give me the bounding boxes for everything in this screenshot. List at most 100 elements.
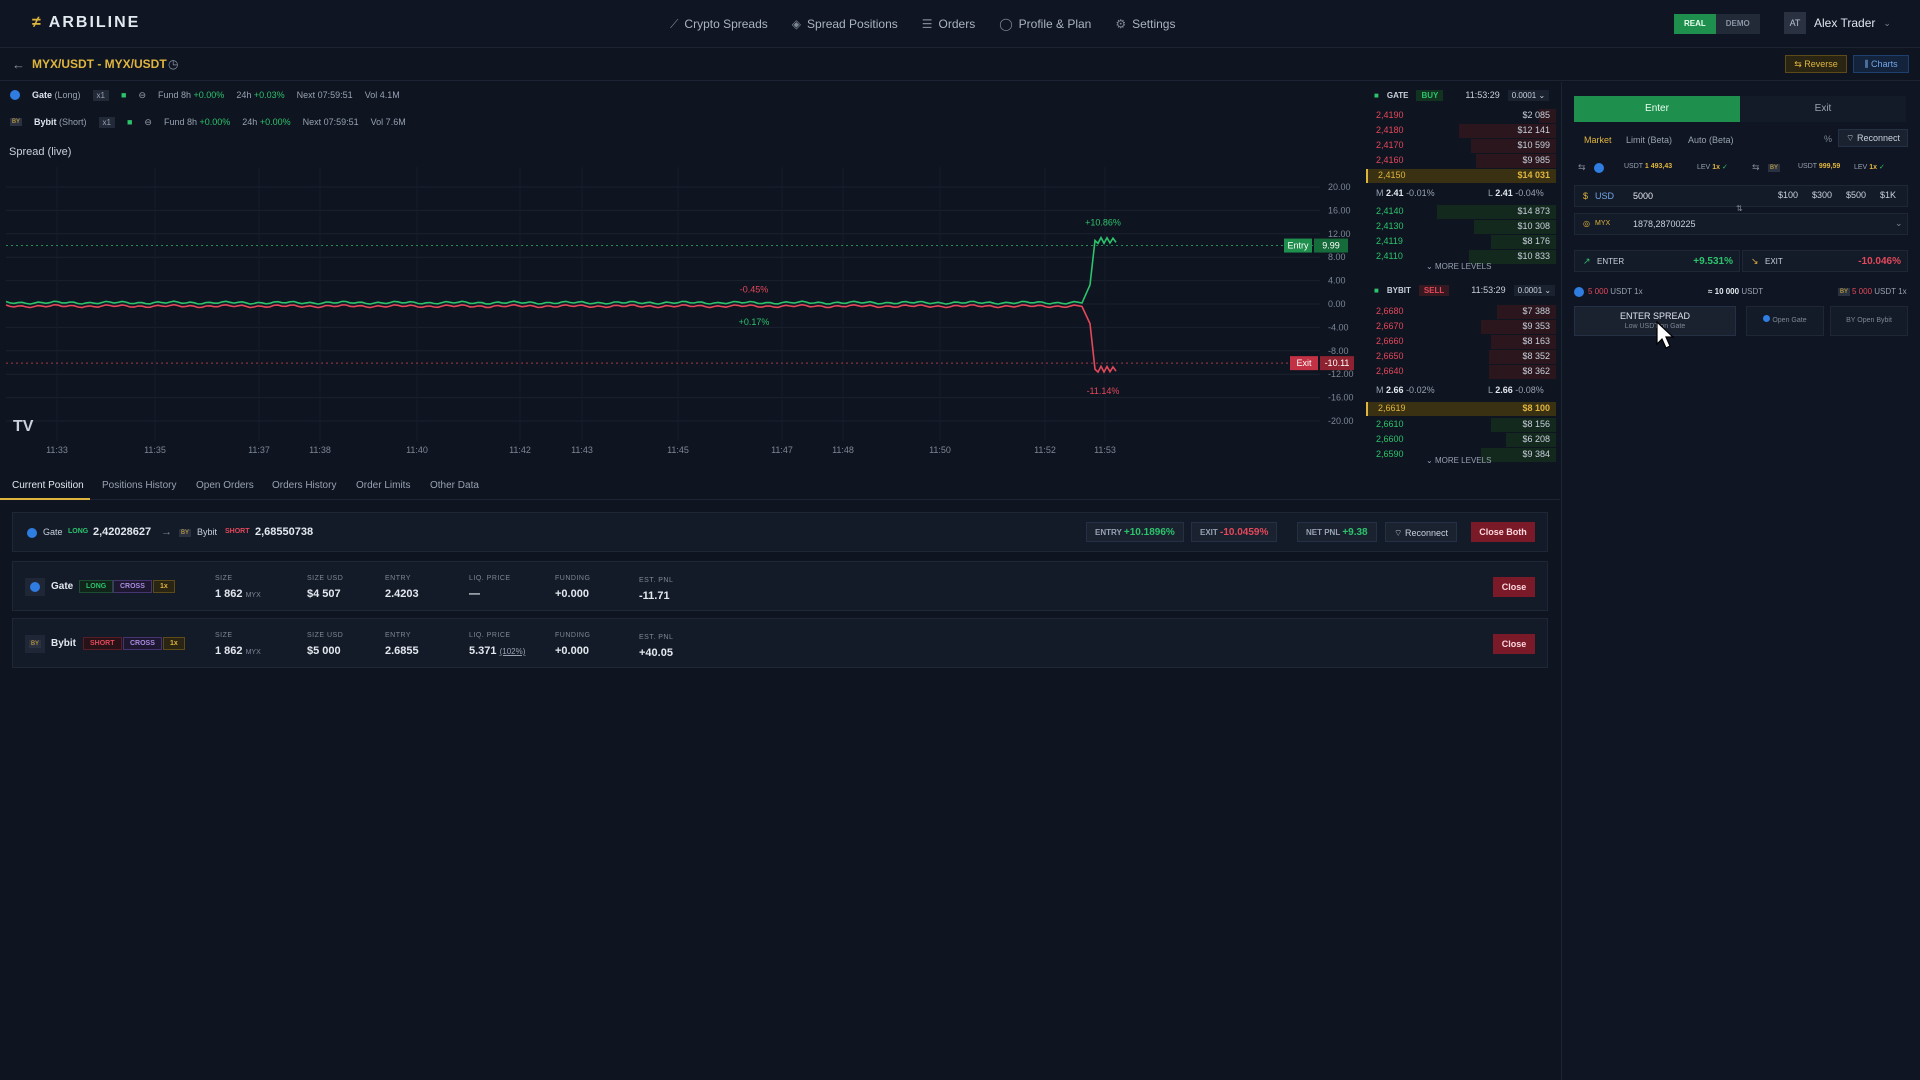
orderbook-level[interactable]: 2,4170 $10 599 <box>1366 139 1556 153</box>
mode-real-button[interactable]: REAL <box>1674 14 1716 34</box>
tab-open-orders[interactable]: Open Orders <box>196 480 254 491</box>
side-chip: SHORT <box>83 637 122 650</box>
funding-label: FUNDING <box>555 575 591 582</box>
top-nav: ≠ ARBILINE ⟋ Crypto Spreads ◈ Spread Positi… <box>0 0 1920 48</box>
level-price: 2,4140 <box>1376 206 1404 216</box>
nav-label: Orders <box>938 17 976 31</box>
trend-down-icon: ↘ <box>1751 256 1759 266</box>
orderbook-level[interactable]: 2,4140 $14 873 <box>1366 205 1556 219</box>
mid-last-row: M 2.41 -0.01% L 2.41 -0.04% <box>1366 185 1556 203</box>
orderbook-level[interactable]: 2,6619 $8 100 <box>1366 402 1556 416</box>
tab-other-data[interactable]: Other Data <box>430 480 479 491</box>
chart-line-icon: ⟋ <box>670 17 679 31</box>
tick-size-select[interactable]: 0.0001 ⌄ <box>1513 284 1556 296</box>
more-levels-button[interactable]: ⌄ MORE LEVELS <box>1426 456 1491 465</box>
enter-label: ENTER <box>1597 257 1625 266</box>
preset-1k[interactable]: $1K <box>1880 190 1896 200</box>
orderbook-level[interactable]: 2,4119 $8 176 <box>1366 235 1556 249</box>
level-price: 2,6619 <box>1378 403 1406 413</box>
chart-annotation: -0.45% <box>740 285 769 295</box>
level-size: $7 388 <box>1522 306 1550 316</box>
book-time: 11:53:29 <box>1471 285 1506 295</box>
user-menu[interactable]: AT Alex Trader ⌄ <box>1784 12 1891 34</box>
bybit-logo-icon: BY <box>29 640 41 648</box>
next-funding: Next 07:59:51 <box>302 117 359 127</box>
mode-limit[interactable]: Limit (Beta) <box>1626 135 1672 145</box>
more-levels-button[interactable]: ⌄ MORE LEVELS <box>1426 262 1491 271</box>
info-icon[interactable]: ⊖ <box>144 117 152 128</box>
preset-300[interactable]: $300 <box>1812 190 1832 200</box>
swap-icon[interactable]: ⇆ <box>1752 162 1760 173</box>
back-arrow-icon[interactable]: ← <box>12 57 25 72</box>
orderbook-level[interactable]: 2,6680 $7 388 <box>1366 305 1556 319</box>
leverage-badge: x1 <box>92 89 109 101</box>
preset-500[interactable]: $500 <box>1846 190 1866 200</box>
open-gate-button[interactable]: Open Gate <box>1746 306 1824 336</box>
bybit-logo-icon: BY <box>1768 164 1780 172</box>
coin-amount-field[interactable]: ◎ MYX 1878,28700225 ⌄ <box>1574 213 1908 235</box>
open-bybit-button[interactable]: BY Open Bybit <box>1830 306 1908 336</box>
swap-icon[interactable]: ⇆ <box>1578 162 1586 173</box>
level-price: 2,4119 <box>1376 236 1403 246</box>
orderbook-level[interactable]: 2,6650 $8 352 <box>1366 350 1556 364</box>
preset-100[interactable]: $100 <box>1778 190 1798 200</box>
leg-b-name: Bybit <box>197 527 218 537</box>
mode-auto[interactable]: Auto (Beta) <box>1688 135 1734 145</box>
orderbook-level[interactable]: 2,4160 $9 985 <box>1366 154 1556 168</box>
tab-exit[interactable]: Exit <box>1740 96 1906 122</box>
chevron-down-icon: ⌄ <box>1895 218 1903 228</box>
info-icon[interactable]: ⊖ <box>138 90 146 101</box>
orderbook-level[interactable]: 2,6640 $8 362 <box>1366 365 1556 379</box>
tab-enter[interactable]: Enter <box>1574 96 1740 122</box>
orderbook-level[interactable]: 2,4190 $2 085 <box>1366 109 1556 123</box>
reverse-button[interactable]: ⇆ Reverse <box>1785 55 1847 73</box>
app-logo[interactable]: ≠ ARBILINE <box>32 14 140 32</box>
entry-value: 2.6855 <box>385 645 419 657</box>
nav-orders[interactable]: ☰ Orders <box>922 17 975 32</box>
exchange-label: GATE <box>1386 90 1409 100</box>
entry-label: ENTRY <box>385 632 412 639</box>
trade-panel: Enter Exit Market Limit (Beta) Auto (Bet… <box>1561 82 1920 1080</box>
orderbook-level[interactable]: 2,6660 $8 163 <box>1366 335 1556 349</box>
mode-demo-button[interactable]: DEMO <box>1715 14 1760 34</box>
history-icon[interactable]: ◷ <box>168 57 178 71</box>
exchange-name: Bybit <box>51 638 76 649</box>
level-price: 2,4180 <box>1376 125 1404 135</box>
nav-label: Crypto Spreads <box>684 17 768 31</box>
nav-settings[interactable]: ⚙ Settings <box>1115 17 1175 32</box>
level-price: 2,6600 <box>1376 434 1404 444</box>
chevron-down-icon: ⌄ <box>1883 17 1891 28</box>
charts-button[interactable]: ⫼ Charts <box>1853 55 1909 73</box>
tab-orders-history[interactable]: Orders History <box>272 480 336 491</box>
tab-order-limits[interactable]: Order Limits <box>356 480 410 491</box>
nav-spread-positions[interactable]: ◈ Spread Positions <box>792 17 898 32</box>
tab-current-position[interactable]: Current Position <box>12 480 84 491</box>
mid-price: M 2.41 -0.01% <box>1376 188 1435 198</box>
tick-size-select[interactable]: 0.0001 ⌄ <box>1507 89 1550 101</box>
pair-title: MYX/USDT - MYX/USDT <box>32 57 167 71</box>
convert-icon[interactable]: ⇅ <box>1736 204 1743 213</box>
nav-profile[interactable]: ◯ Profile & Plan <box>999 17 1091 32</box>
close-position-button[interactable]: Close <box>1493 577 1535 597</box>
position-row-bybit: BY Bybit SHORT CROSS 1x SIZE 1 862 MYX SIZE USD… <box>12 618 1548 668</box>
spread-chart[interactable]: 20.00 16.00 12.00 8.00 4.00 0.00 -4.00 -8.00 -12… <box>0 163 1366 463</box>
orderbook-level[interactable]: 2,6600 $6 208 <box>1366 433 1556 447</box>
close-position-button[interactable]: Close <box>1493 634 1535 654</box>
orderbook-level[interactable]: 2,4180 $12 141 <box>1366 124 1556 138</box>
orderbook-level[interactable]: 2,6610 $8 156 <box>1366 418 1556 432</box>
orderbook-level[interactable]: 2,6670 $9 353 <box>1366 320 1556 334</box>
reconnect-button[interactable]: ⌔ Reconnect <box>1838 129 1908 147</box>
orderbook-level[interactable]: 2,4150 $14 031 <box>1366 169 1556 183</box>
mode-market[interactable]: Market <box>1584 135 1612 145</box>
percent-icon[interactable]: % <box>1824 134 1832 144</box>
nav-crypto-spreads[interactable]: ⟋ Crypto Spreads <box>670 17 768 32</box>
pair-bar: ← MYX/USDT - MYX/USDT ◷ ⇆ Reverse ⫼ Char… <box>0 49 1920 81</box>
reconnect-button[interactable]: ⌔ Reconnect <box>1385 522 1458 542</box>
leverage-bybit: LEV 1x ✓ <box>1854 164 1885 171</box>
net-pnl-metric: NET PNL +9.38 <box>1297 522 1377 542</box>
orderbook-level[interactable]: 2,4130 $10 308 <box>1366 220 1556 234</box>
level-price: 2,4190 <box>1376 110 1404 120</box>
avatar: AT <box>1784 12 1806 34</box>
tab-positions-history[interactable]: Positions History <box>102 480 176 491</box>
close-both-button[interactable]: Close Both <box>1471 522 1535 542</box>
